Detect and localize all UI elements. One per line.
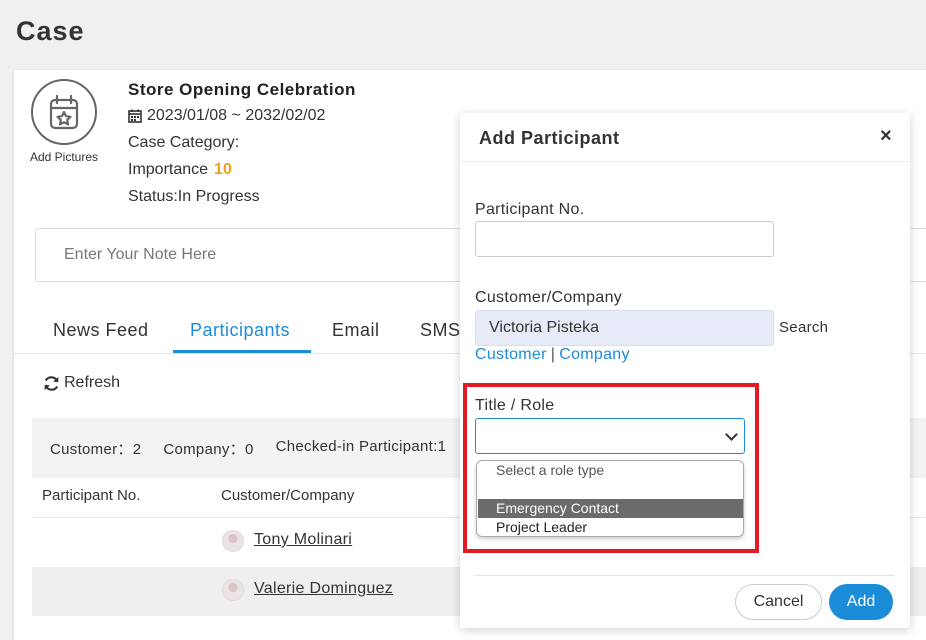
calendar-star-icon <box>49 94 79 130</box>
add-pictures-label: Add Pictures <box>29 150 99 164</box>
company-link-button[interactable]: Company <box>559 346 630 363</box>
tab-email[interactable]: Email <box>332 320 380 341</box>
importance-label: Importance <box>128 161 209 178</box>
tab-sms[interactable]: SMS <box>420 320 461 341</box>
stats-row: Customer：2 Company：0 Checked-in Particip… <box>50 438 446 459</box>
close-icon[interactable]: × <box>880 126 892 146</box>
participant-no-label: Participant No. <box>475 201 585 218</box>
link-separator: | <box>550 346 556 363</box>
role-option-project-leader[interactable]: Project Leader <box>478 518 743 536</box>
title-role-label: Title / Role <box>475 397 555 414</box>
tab-participants[interactable]: Participants <box>190 320 290 341</box>
add-participant-modal: Add Participant × Participant No. Custom… <box>460 113 910 628</box>
refresh-button[interactable]: Refresh <box>43 374 120 392</box>
add-button[interactable]: Add <box>829 584 893 620</box>
column-customer-company: Customer/Company <box>221 487 355 504</box>
case-importance-row: Importance 10 <box>128 157 356 183</box>
refresh-label: Refresh <box>64 374 121 391</box>
avatar <box>222 579 244 601</box>
add-pictures-button[interactable] <box>31 79 97 145</box>
importance-value: 10 <box>214 161 232 178</box>
calendar-icon <box>128 109 142 123</box>
customer-company-links: Customer | Company <box>475 346 630 364</box>
case-category: Case Category: <box>128 134 240 151</box>
role-option-placeholder[interactable]: Select a role type <box>496 462 604 478</box>
stat-customer: Customer：2 <box>50 441 142 458</box>
modal-footer-divider <box>475 575 895 576</box>
customer-link[interactable]: Valerie Dominguez <box>254 580 393 598</box>
avatar <box>222 530 244 552</box>
cancel-button[interactable]: Cancel <box>735 584 822 620</box>
modal-title: Add Participant <box>479 128 620 148</box>
role-option-emergency-contact[interactable]: Emergency Contact <box>478 499 743 518</box>
active-tab-indicator <box>173 350 311 353</box>
customer-link[interactable]: Tony Molinari <box>254 531 352 549</box>
case-status: Status:In Progress <box>128 188 260 205</box>
case-date-range: 2023/01/08 ~ 2032/02/02 <box>147 107 326 124</box>
modal-header: Add Participant × <box>460 113 910 162</box>
stat-company: Company：0 <box>163 441 254 458</box>
chevron-down-icon <box>725 428 738 441</box>
case-info: Store Opening Celebration 2023/01/08 ~ 2… <box>128 80 356 210</box>
customer-company-input[interactable] <box>475 310 774 346</box>
tab-news-feed[interactable]: News Feed <box>53 320 149 341</box>
column-participant-no: Participant No. <box>42 487 141 504</box>
case-date-row: 2023/01/08 ~ 2032/02/02 <box>128 103 356 129</box>
role-dropdown: Select a role type Emergency Contact Pro… <box>476 460 744 537</box>
page-title: Case <box>16 16 85 46</box>
customer-company-label: Customer/Company <box>475 289 623 306</box>
stat-checked-in: Checked-in Participant:1 <box>275 438 447 455</box>
case-name: Store Opening Celebration <box>128 80 356 99</box>
search-button[interactable]: Search <box>779 319 828 336</box>
participant-no-input[interactable] <box>475 221 774 257</box>
customer-link-button[interactable]: Customer <box>475 346 547 363</box>
refresh-icon <box>44 375 59 391</box>
title-role-select[interactable] <box>475 418 745 454</box>
